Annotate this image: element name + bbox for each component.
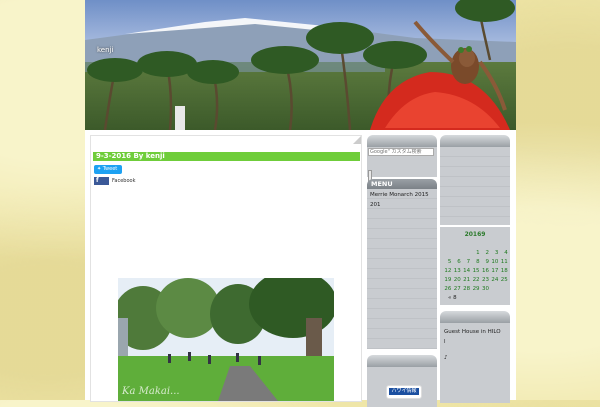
menu-item-year[interactable]: 201 [370,202,381,208]
calendar-day[interactable]: 3 [489,249,499,258]
calendar-day[interactable] [451,249,460,258]
info-panel-header [440,311,510,323]
calendar-week-row: 12 13 14 15 16 17 18 [442,267,508,276]
calendar-day[interactable]: 14 [461,267,470,276]
guest-house-link[interactable]: Guest House in HILO [444,329,501,335]
calendar-day[interactable]: 4 [498,249,508,258]
calendar-day[interactable]: 15 [470,267,480,276]
search-input[interactable] [368,148,434,156]
calendar-prev-month-link[interactable]: « 8 [448,295,457,301]
music-note-icon: ♪ [444,355,448,361]
calendar-day[interactable] [461,249,470,258]
menu-item-merrie-monarch[interactable]: Merrie Monarch 2015 [370,192,429,198]
photo-watermark: Ka Makai... [121,386,180,397]
calendar-day[interactable] [498,285,507,294]
calendar-caption: 20169 [464,231,486,238]
twitter-bird-icon: ✦ [97,166,102,172]
calendar-day[interactable] [489,285,498,294]
calendar-day[interactable]: 24 [489,276,498,285]
post-title[interactable]: 9-3-2016 By kenji [93,152,360,161]
header-image [85,0,516,130]
facebook-icon[interactable]: f [94,176,109,185]
calendar-grid: 1 2 3 4 5 6 7 8 9 10 11 12 13 14 15 16 17 18 19 20 21 22 23 24 2… [442,249,508,294]
right-panel-list [440,147,510,225]
header-banner[interactable]: kenji [85,0,516,130]
hawaii-info-label: ハワイ情報 [389,388,419,395]
calendar-week-row: 1234 [442,249,508,258]
calendar-day[interactable]: 23 [480,276,489,285]
calendar-day[interactable] [442,249,451,258]
search-panel-header [367,135,437,147]
search-panel [367,147,437,182]
calendar-day[interactable]: 20 [451,276,461,285]
calendar-day[interactable]: 6 [451,258,461,267]
calendar-week-row: 5 6 7 8 9 10 11 [442,258,508,267]
facebook-label: Facebook [112,177,136,184]
links-panel-header [367,355,437,367]
menu-list: Merrie Monarch 2015 201 [367,189,437,349]
calendar-day[interactable]: 11 [498,258,508,267]
calendar-day[interactable]: 26 [442,285,451,294]
right-panel-header [440,135,510,147]
calendar-day[interactable]: 8 [470,258,480,267]
calendar-day[interactable]: 1 [470,249,480,258]
info-line-1: l [444,339,446,345]
calendar-day[interactable]: 12 [442,267,451,276]
calendar-day[interactable]: 21 [461,276,470,285]
calendar-day[interactable]: 16 [480,267,489,276]
tweet-label: Tweet [102,166,118,172]
calendar-day[interactable]: 13 [451,267,461,276]
calendar-day[interactable]: 19 [442,276,451,285]
calendar-week-row: 26 27 28 29 30 [442,285,508,294]
tweet-button[interactable]: ✦ Tweet [94,165,122,174]
facebook-share[interactable]: f Facebook [94,176,136,185]
corner-fold-icon [353,136,361,144]
calendar-day[interactable]: 17 [489,267,498,276]
calendar-day[interactable]: 29 [470,285,480,294]
calendar-day[interactable]: 27 [451,285,461,294]
calendar-day[interactable]: 30 [480,285,489,294]
menu-heading: MENU [367,179,437,189]
calendar-day[interactable]: 7 [461,258,471,267]
post-photo[interactable]: Ka Makai... [118,278,334,401]
calendar-day[interactable]: 10 [489,258,498,267]
page-container: kenji 9-3-2016 By kenji ✦ Tweet f Facebo… [85,0,516,407]
calendar-day[interactable]: 28 [461,285,470,294]
calendar-day[interactable]: 2 [480,249,489,258]
calendar-day[interactable]: 5 [442,258,452,267]
info-panel: Guest House in HILO l ♪ [440,323,510,403]
calendar-week-row: 19 20 21 22 23 24 25 [442,276,508,285]
site-title[interactable]: kenji [97,46,113,54]
calendar-day[interactable]: 25 [498,276,508,285]
hawaii-info-badge[interactable]: ハワイ情報 [386,385,422,399]
park-photo-image: Ka Makai... [118,278,334,401]
calendar-day[interactable]: 22 [470,276,480,285]
calendar-widget: 20169 1 2 3 4 5 6 7 8 9 10 11 12 13 14 15 16 17 18 19 20 21 2… [440,227,510,305]
calendar-day[interactable]: 18 [498,267,508,276]
calendar-day[interactable]: 9 [480,258,489,267]
post-content-area: 9-3-2016 By kenji ✦ Tweet f Facebook Ka … [90,135,362,402]
